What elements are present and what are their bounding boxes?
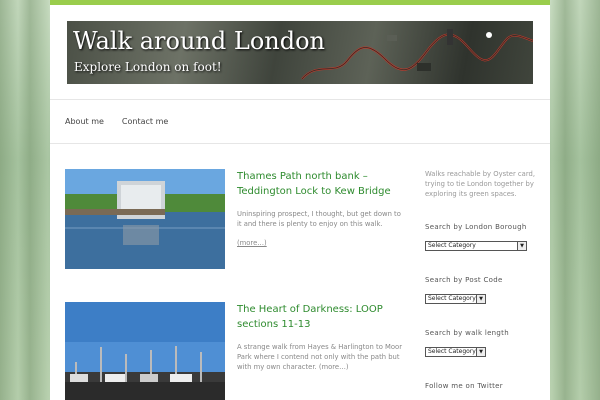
main-nav: About me Contact me bbox=[50, 100, 550, 144]
walk-length-select[interactable]: Select Category ▼ bbox=[425, 347, 486, 357]
page-container: Walk around London Explore London on foo… bbox=[50, 0, 550, 400]
read-more-link[interactable]: (more…) bbox=[237, 239, 267, 247]
borough-select-value: Select Category bbox=[428, 242, 476, 249]
post-thumbnail[interactable] bbox=[65, 169, 225, 269]
post-excerpt: Uninspiring prospect, I thought, but get… bbox=[237, 210, 401, 228]
postcode-heading: Search by Post Code bbox=[425, 276, 503, 284]
header-banner[interactable]: Walk around London Explore London on foo… bbox=[67, 21, 533, 84]
nav-item-about[interactable]: About me bbox=[65, 117, 104, 126]
site-title[interactable]: Walk around London bbox=[73, 27, 325, 55]
postcode-select-value: Select Category bbox=[428, 295, 476, 302]
twitter-heading: Follow me on Twitter bbox=[425, 382, 503, 390]
post-excerpt: A strange walk from Hayes & Harlington t… bbox=[237, 342, 402, 372]
post-title[interactable]: The Heart of Darkness: LOOP sections 11-… bbox=[237, 302, 402, 332]
walk-length-heading: Search by walk length bbox=[425, 329, 509, 337]
sidebar-intro: Walks reachable by Oyster card, trying t… bbox=[425, 170, 535, 198]
post-title[interactable]: Thames Path north bank – Teddington Lock… bbox=[237, 169, 402, 199]
chevron-down-icon: ▼ bbox=[476, 348, 485, 356]
borough-select[interactable]: Select Category ▼ bbox=[425, 241, 527, 251]
postcode-select[interactable]: Select Category ▼ bbox=[425, 294, 486, 304]
read-more-link[interactable]: (more…) bbox=[319, 363, 349, 371]
site-tagline: Explore London on foot! bbox=[74, 60, 222, 74]
main-content: Thames Path north bank – Teddington Lock… bbox=[50, 144, 550, 400]
walk-length-select-value: Select Category bbox=[428, 348, 476, 355]
nav-item-contact[interactable]: Contact me bbox=[122, 117, 168, 126]
chevron-down-icon: ▼ bbox=[517, 242, 526, 250]
borough-heading: Search by London Borough bbox=[425, 223, 527, 231]
post-thumbnail[interactable] bbox=[65, 302, 225, 400]
chevron-down-icon: ▼ bbox=[476, 295, 485, 303]
site-header: Walk around London Explore London on foo… bbox=[50, 5, 550, 100]
